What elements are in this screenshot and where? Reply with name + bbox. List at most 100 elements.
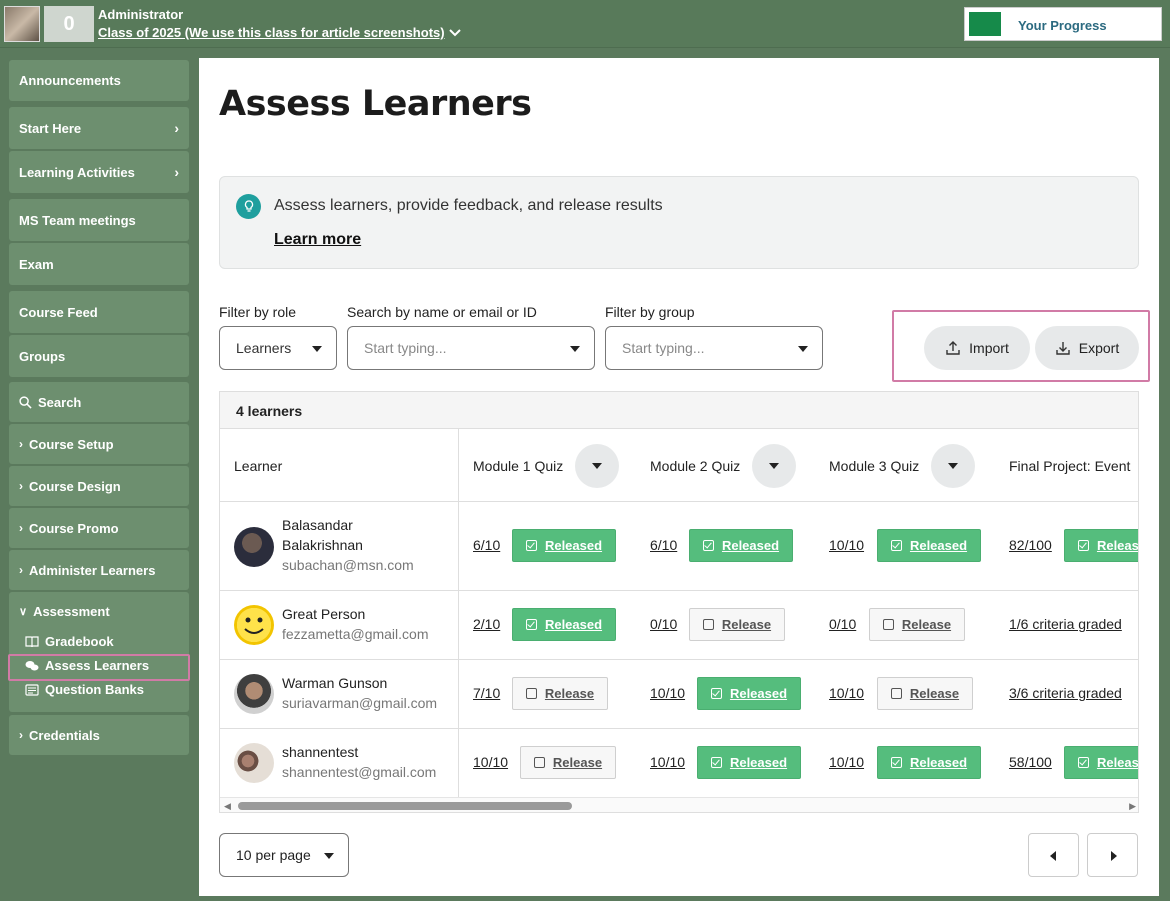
sidebar-item-assessment[interactable]: ∨ Assessment [19,604,110,619]
import-button[interactable]: Import [924,326,1030,370]
release-button[interactable]: Release [520,746,616,779]
column-header-module-3-quiz: Module 3 Quiz [829,429,976,502]
released-button[interactable]: Released [1064,746,1138,779]
search-input[interactable]: Start typing... [347,326,595,370]
released-button[interactable]: Released [512,529,616,562]
filter-role-value: Learners [236,340,292,356]
released-button[interactable]: Released [697,746,801,779]
sidebar-item-administer-learners[interactable]: › Administer Learners [9,550,189,590]
lightbulb-icon [236,194,261,219]
sidebar-item-ms-team-meetings[interactable]: MS Team meetings [9,199,189,241]
released-button[interactable]: Released [697,677,801,710]
sidebar-item-gradebook[interactable]: Gradebook [25,634,114,649]
previous-page-button[interactable] [1028,833,1079,877]
sidebar-item-course-setup[interactable]: › Course Setup [9,424,189,464]
score-link[interactable]: 10/10 [829,685,864,701]
release-label: Released [1096,538,1139,553]
release-button[interactable]: Release [689,608,785,641]
column-header-label: Final Project: Event [1009,457,1131,474]
sidebar-item-label: Assessment [33,604,110,619]
per-page-select[interactable]: 10 per page [219,833,349,877]
checkbox-empty-icon [525,688,537,699]
sidebar-item-label: MS Team meetings [19,212,136,228]
sidebar-item-exam[interactable]: Exam [9,243,189,285]
column-header-final-project: Final Project: Event [1009,429,1130,502]
filter-role-label: Filter by role [219,304,297,320]
score-link[interactable]: 10/10 [650,754,685,770]
sidebar-item-announcements[interactable]: Announcements [9,60,189,101]
sidebar-item-search[interactable]: Search [9,382,189,422]
sidebar-item-question-banks[interactable]: Question Banks [25,682,144,697]
avatar [234,674,274,714]
score-link[interactable]: 58/100 [1009,754,1052,770]
score-link[interactable]: 10/10 [829,754,864,770]
score-link[interactable]: 0/10 [829,616,856,632]
scrollbar-thumb[interactable] [238,802,572,810]
score-link[interactable]: 7/10 [473,685,500,701]
score-link[interactable]: 10/10 [473,754,508,770]
learner-name[interactable]: Great Person [282,604,365,624]
score-link[interactable]: 2/10 [473,616,500,632]
chevron-down-icon: ∨ [19,606,28,618]
checkbox-checked-icon [702,540,714,551]
learner-name[interactable]: shannentest [282,742,358,762]
class-selector[interactable]: Class of 2025 (We use this class for art… [98,25,461,40]
released-button[interactable]: Released [512,608,616,641]
score-link[interactable]: 10/10 [829,537,864,553]
released-button[interactable]: Released [689,529,793,562]
score-link[interactable]: 82/100 [1009,537,1052,553]
search-icon [19,395,32,409]
scroll-right-icon[interactable]: ▶ [1129,801,1136,812]
filter-role-select[interactable]: Learners [219,326,337,370]
criteria-link[interactable]: 3/6 criteria graded [1009,685,1122,701]
chevron-right-icon: › [19,479,23,493]
learner-email: suriavarman@gmail.com [282,695,438,711]
sidebar-item-learning-activities[interactable]: Learning Activities › [9,151,189,193]
sidebar-item-label: Gradebook [45,634,114,649]
progress-widget[interactable]: Your Progress [964,7,1162,41]
main-panel: Assess Learners Assess learners, provide… [199,58,1159,896]
learner-email: shannentest@gmail.com [282,764,437,780]
user-avatar[interactable] [4,6,40,42]
release-label: Released [721,538,780,553]
horizontal-scrollbar[interactable]: ◀ ▶ [220,797,1138,812]
sidebar-item-course-promo[interactable]: › Course Promo [9,508,189,548]
sidebar-item-label: Course Feed [19,304,98,320]
smiley-icon [244,617,264,634]
released-button[interactable]: Released [1064,529,1139,562]
release-label: Released [544,617,603,632]
chevron-down-icon [448,28,461,36]
learner-name[interactable]: Warman Gunson [282,673,387,693]
release-label: Released [729,755,788,770]
sidebar-item-start-here[interactable]: Start Here › [9,107,189,149]
release-button[interactable]: Release [869,608,965,641]
sidebar-item-credentials[interactable]: › Credentials [9,715,189,755]
release-button[interactable]: Release [877,677,973,710]
sidebar-item-course-design[interactable]: › Course Design [9,466,189,506]
export-button[interactable]: Export [1035,326,1139,370]
next-page-button[interactable] [1087,833,1138,877]
column-menu-button[interactable] [575,443,620,488]
column-menu-button[interactable] [931,443,976,488]
score-link[interactable]: 6/10 [650,537,677,553]
column-menu-button[interactable] [752,443,797,488]
score-link[interactable]: 0/10 [650,616,677,632]
sidebar-item-course-feed[interactable]: Course Feed [9,291,189,333]
learner-name[interactable]: Balasandar Balakrishnan [282,515,422,555]
scroll-left-icon[interactable]: ◀ [224,801,231,812]
score-link[interactable]: 10/10 [650,685,685,701]
filter-group-select[interactable]: Start typing... [605,326,823,370]
top-bar: 0 Administrator Class of 2025 (We use th… [0,0,1170,48]
sidebar-item-label: Course Design [29,478,121,494]
released-button[interactable]: Released [877,746,981,779]
learn-more-link[interactable]: Learn more [274,231,361,249]
chevron-right-icon: › [19,563,23,577]
released-button[interactable]: Released [877,529,981,562]
release-button[interactable]: Release [512,677,608,710]
sidebar-item-label: Course Setup [29,436,114,452]
criteria-link[interactable]: 1/6 criteria graded [1009,616,1122,632]
sidebar-item-groups[interactable]: Groups [9,335,189,377]
score-link[interactable]: 6/10 [473,537,500,553]
checkbox-empty-icon [882,619,894,630]
checkbox-checked-icon [525,540,537,551]
